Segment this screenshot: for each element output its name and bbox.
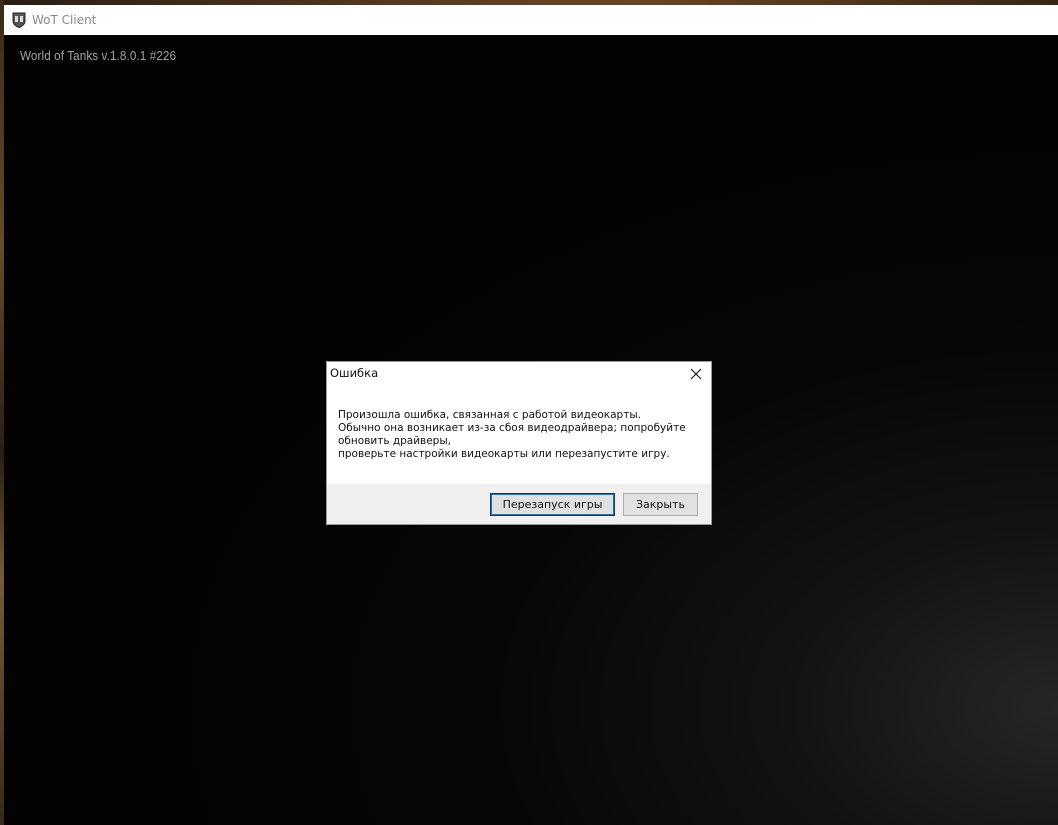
restart-game-button[interactable]: Перезапуск игры — [490, 493, 615, 516]
close-icon[interactable] — [685, 364, 707, 384]
window-titlebar[interactable]: WoT Client — [4, 5, 1058, 35]
game-viewport: World of Tanks v.1.8.0.1 #226 Ошибка Про… — [4, 35, 1058, 825]
dialog-message-line: Обычно она возникает из-за сбоя видеодра… — [338, 422, 690, 447]
dialog-message: Произошла ошибка, связанная с работой ви… — [338, 409, 698, 461]
dialog-message-line: Произошла ошибка, связанная с работой ви… — [338, 409, 641, 421]
desktop: WoT Client World of Tanks v.1.8.0.1 #226… — [0, 0, 1058, 825]
dialog-button-bar: Перезапуск игры Закрыть — [327, 484, 711, 524]
dialog-title: Ошибка — [330, 366, 379, 380]
wot-client-window: WoT Client World of Tanks v.1.8.0.1 #226… — [4, 5, 1058, 825]
wot-tank-shield-icon — [12, 12, 26, 29]
game-version-label: World of Tanks v.1.8.0.1 #226 — [20, 48, 177, 63]
window-title: WoT Client — [32, 13, 97, 27]
error-dialog: Ошибка Произошла ошибка, связанная с раб… — [326, 361, 712, 525]
close-button[interactable]: Закрыть — [623, 493, 698, 516]
dialog-message-line: проверьте настройки видеокарты или перез… — [338, 448, 670, 460]
